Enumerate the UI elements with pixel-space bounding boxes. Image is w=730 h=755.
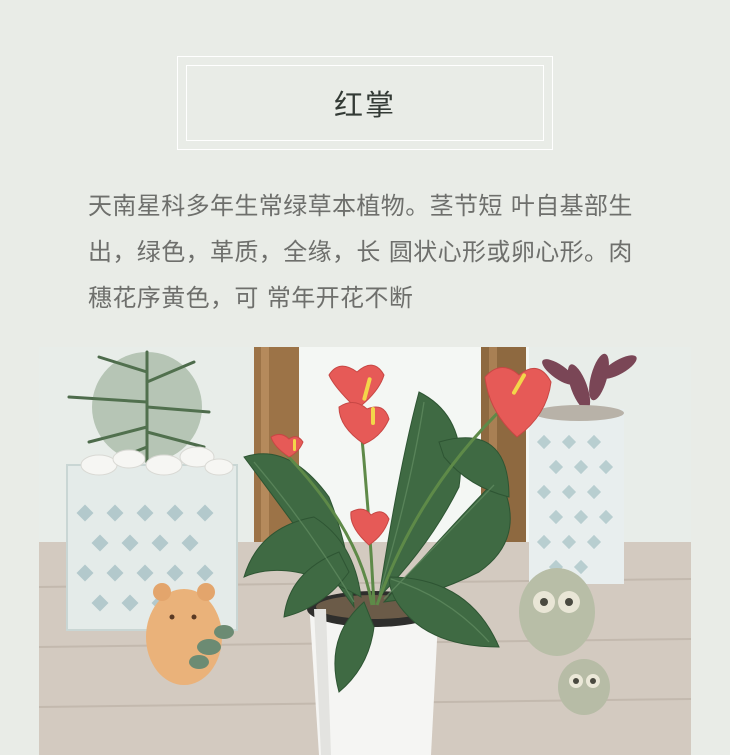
plant-description: 天南星科多年生常绿草本植物。茎节短 叶自基部生出，绿色，革质，全缘，长 圆状心形… xyxy=(88,192,633,312)
page-title: 红掌 xyxy=(333,88,396,122)
plant-photo xyxy=(39,347,691,755)
title-frame: 红掌 xyxy=(177,56,553,150)
title-inner-frame: 红掌 xyxy=(186,65,544,141)
